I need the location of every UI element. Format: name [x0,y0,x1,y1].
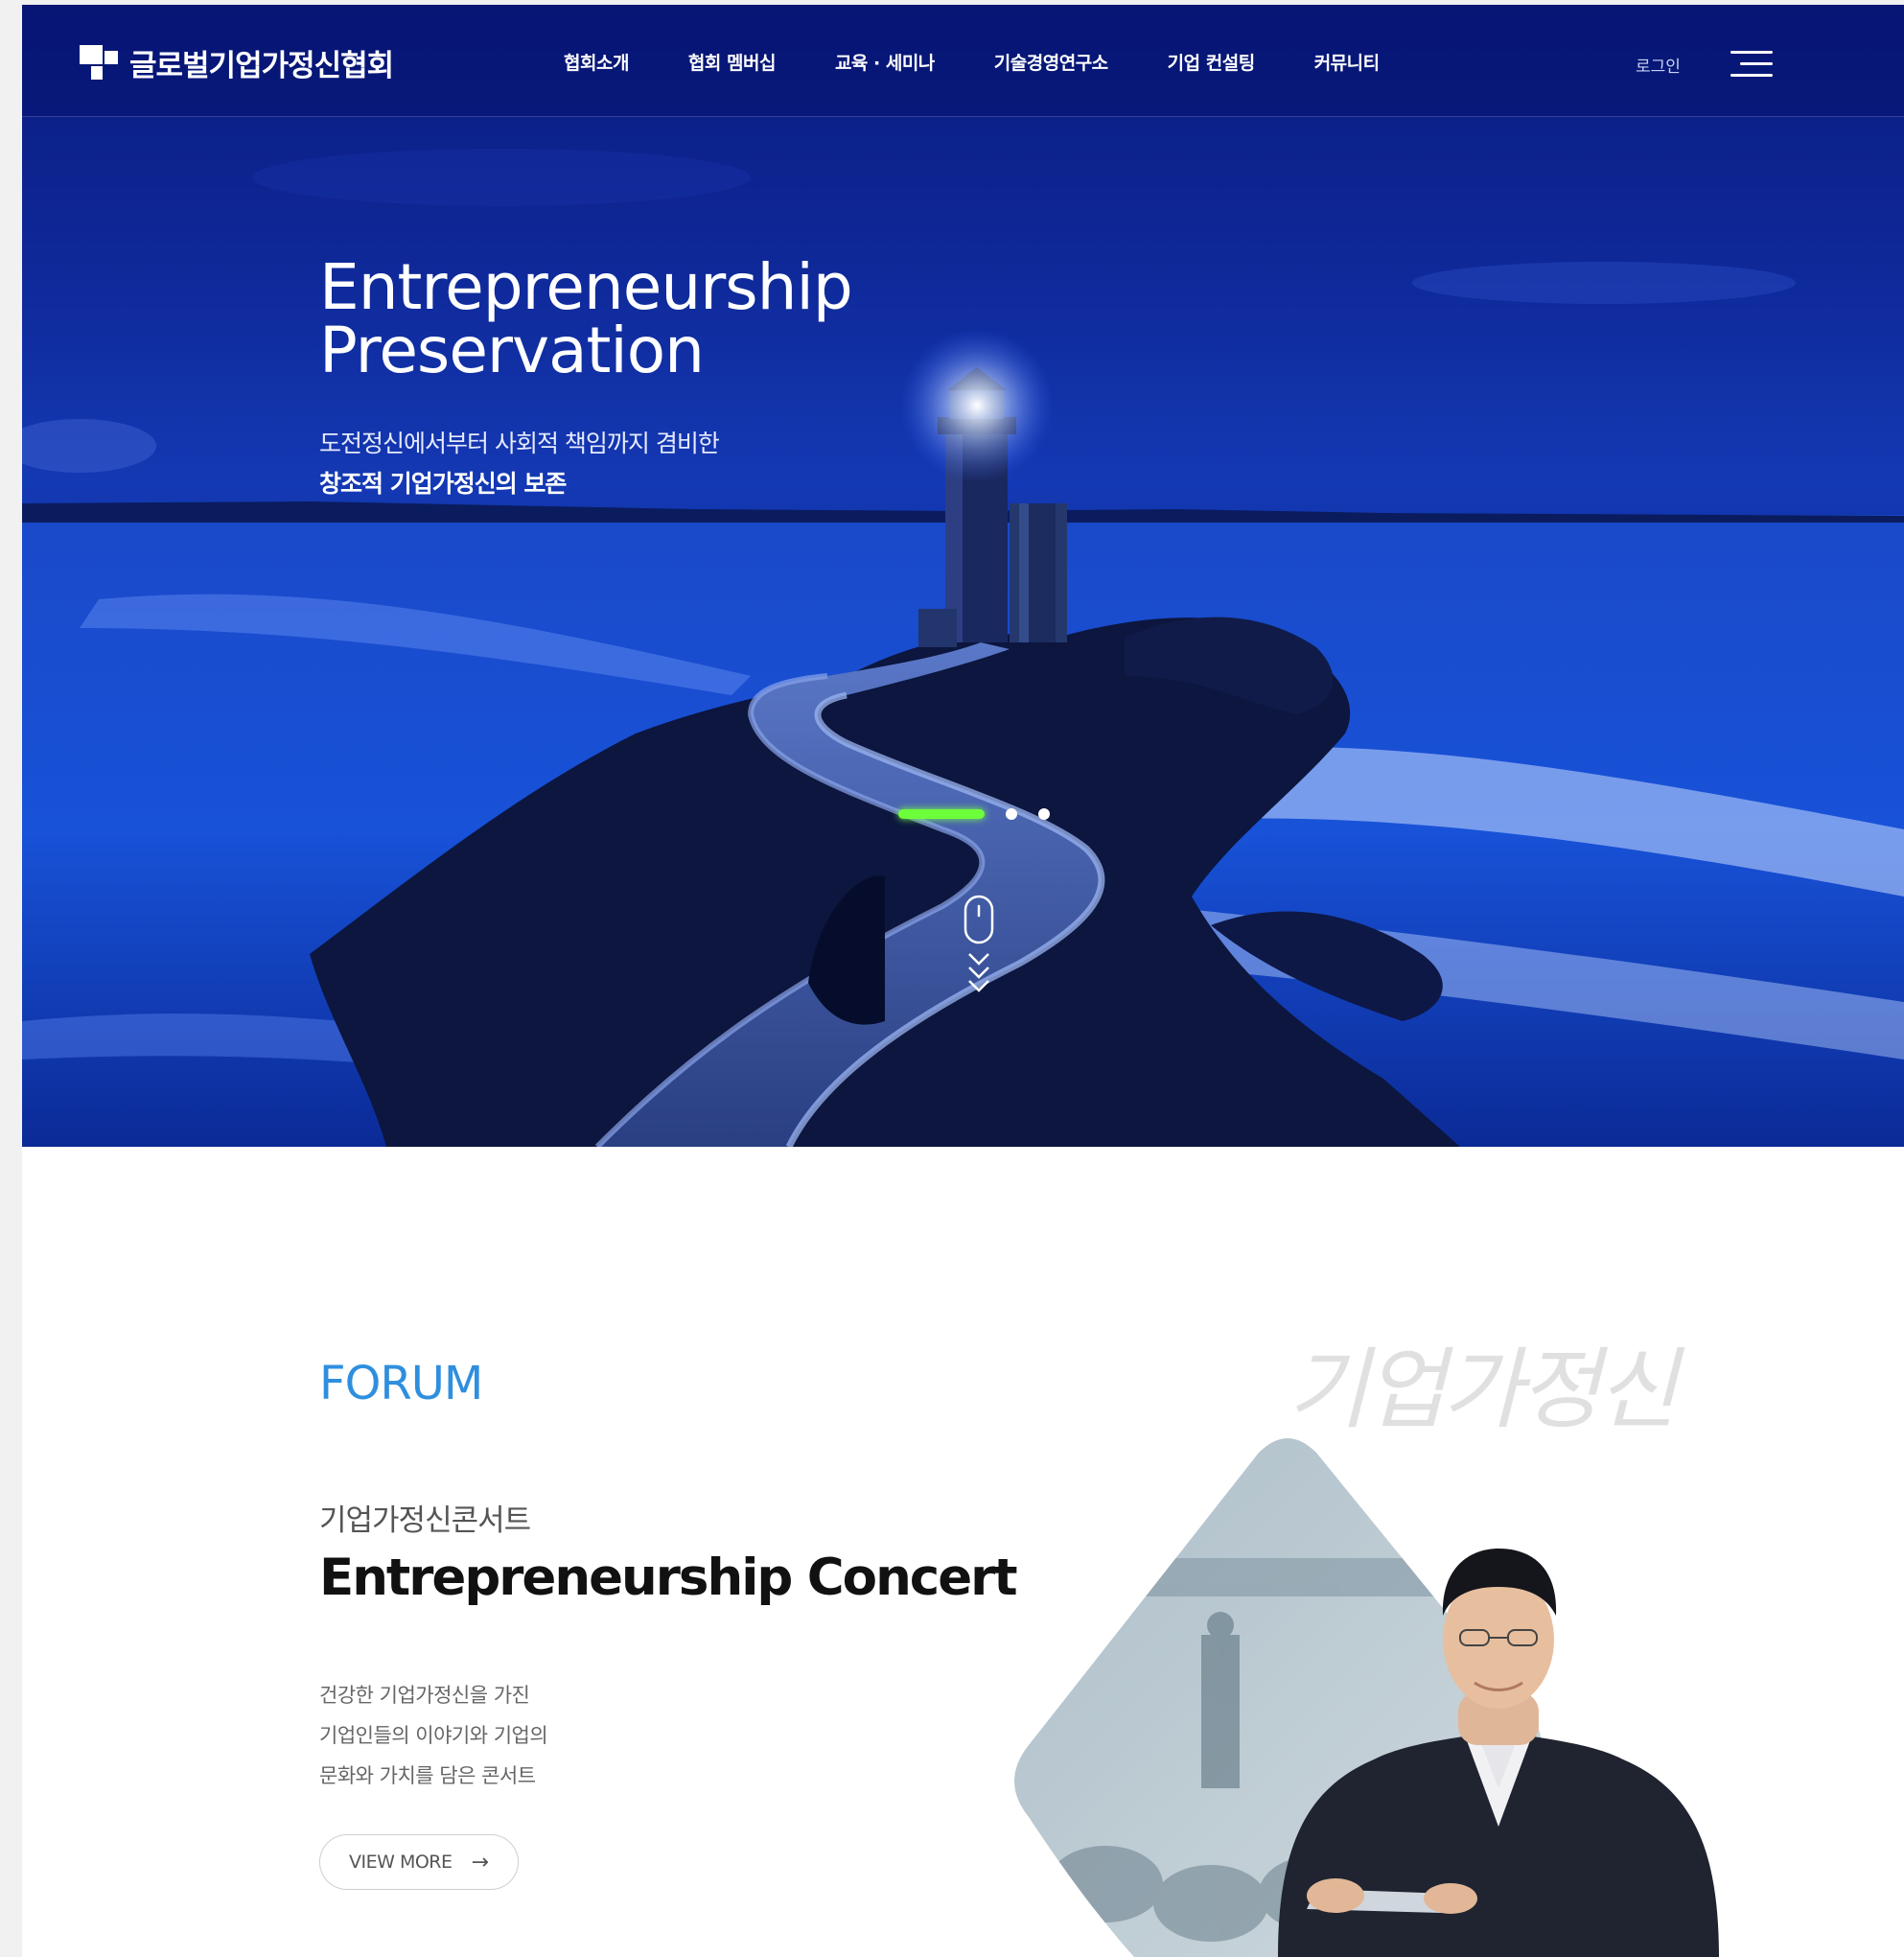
forum-section-label: FORUM [319,1357,483,1410]
forum-title: Entrepreneurship Concert [319,1549,1018,1607]
login-link[interactable]: 로그인 [1636,53,1681,77]
slider-pagination [898,807,1052,820]
forum-description-line: 기업인들의 이야기와 기업의 [319,1724,548,1747]
concert-speaker-photo [1014,1438,1719,1957]
main-nav: 협회소개 협회 멤버십 교육 · 세미나 기술경영연구소 기업 컨설팅 커뮤니티 [564,49,1439,75]
nav-item-about[interactable]: 협회소개 [564,49,629,75]
hero-subtitle-line1: 도전정신에서부터 사회적 책임까지 겸비한 [319,430,720,457]
slider-dot-active[interactable] [898,809,985,819]
forum-korean-title: 기업가정신콘서트 [319,1503,531,1538]
mouse-scroll-icon[interactable] [962,895,996,1000]
hero-title-line2: Preservation [319,314,705,387]
forum-description-line: 문화와 가치를 담은 콘서트 [319,1764,536,1787]
hamburger-menu-icon[interactable] [1730,49,1773,80]
nav-item-membership[interactable]: 협회 멤버십 [688,49,777,75]
logo-text: 글로벌기업가정신협회 [129,49,394,83]
hero-title: Entrepreneurship Preservation [319,256,853,383]
hero-banner: 글로벌기업가정신협회 협회소개 협회 멤버십 교육 · 세미나 기술경영연구소 … [22,5,1904,1147]
slider-dot[interactable] [1006,808,1017,820]
forum-description-line: 건강한 기업가정신을 가진 [319,1684,530,1707]
menu-line [1740,62,1773,65]
nav-item-education[interactable]: 교육 · 세미나 [835,49,935,75]
nav-item-research[interactable]: 기술경영연구소 [994,49,1108,75]
logo-mark-icon [80,44,118,80]
slider-dot[interactable] [1038,808,1050,820]
nav-item-community[interactable]: 커뮤니티 [1314,49,1380,75]
site-header: 글로벌기업가정신협회 협회소개 협회 멤버십 교육 · 세미나 기술경영연구소 … [22,5,1904,117]
nav-item-consulting[interactable]: 기업 컨설팅 [1168,49,1256,75]
page: 글로벌기업가정신협회 협회소개 협회 멤버십 교육 · 세미나 기술경영연구소 … [22,5,1904,1957]
arrow-right-icon: → [471,1850,489,1875]
forum-description: 건강한 기업가정신을 가진 기업인들의 이야기와 기업의 문화와 가치를 담은 … [319,1675,703,1796]
hero-subtitle-line2: 창조적 기업가정신의 보존 [319,470,567,498]
menu-line [1730,51,1773,54]
site-logo[interactable]: 글로벌기업가정신협회 [80,41,394,84]
view-more-button[interactable]: VIEW MORE → [319,1834,519,1890]
view-more-label: VIEW MORE [349,1852,453,1873]
menu-line [1730,74,1773,77]
